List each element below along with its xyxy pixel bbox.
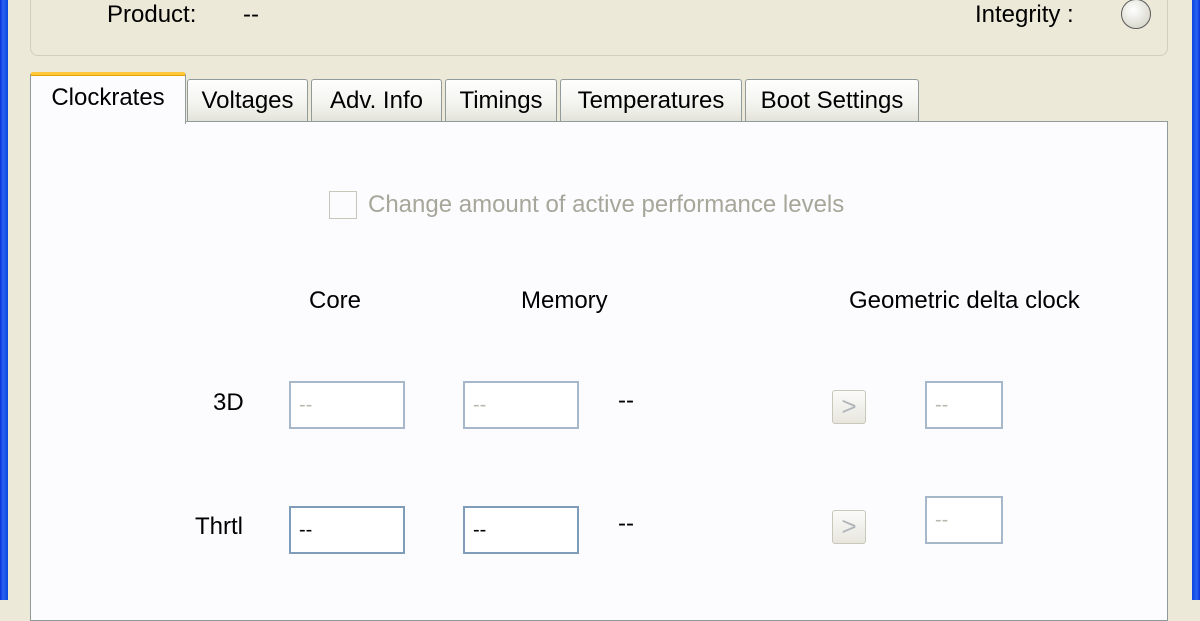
chevron-right-icon: > [841, 511, 857, 541]
row-label-thrtl: Thrtl [195, 513, 243, 540]
extra-clock-3d-value: -- [618, 387, 634, 414]
geometric-delta-3d-input[interactable]: -- [925, 381, 1003, 429]
integrity-label: Integrity : [975, 1, 1074, 28]
memory-header: Memory [521, 287, 608, 314]
product-value: -- [243, 1, 259, 28]
tab-timings[interactable]: Timings [445, 79, 557, 121]
window-frame-right [1192, 0, 1200, 600]
tab-clockrates[interactable]: Clockrates [30, 72, 186, 124]
perf-levels-checkbox[interactable] [329, 191, 357, 219]
extra-clock-thrtl-value: -- [618, 510, 634, 537]
tab-adv-info[interactable]: Adv. Info [311, 79, 442, 121]
clockrates-panel: Change amount of active performance leve… [30, 121, 1168, 621]
product-label: Product: [107, 1, 197, 28]
apply-geometric-3d-button[interactable]: > [832, 390, 866, 424]
geometric-delta-thrtl-input[interactable]: -- [925, 496, 1003, 544]
perf-levels-checkbox-label: Change amount of active performance leve… [368, 191, 845, 218]
memory-clock-3d-input[interactable]: -- [463, 381, 579, 429]
chevron-right-icon: > [841, 391, 857, 421]
geometric-delta-clock-header: Geometric delta clock [849, 287, 1080, 314]
window-frame-left [0, 0, 8, 600]
tab-voltages[interactable]: Voltages [187, 79, 308, 121]
row-label-3d: 3D [213, 389, 244, 416]
tab-temperatures[interactable]: Temperatures [560, 79, 742, 121]
core-clock-thrtl-input[interactable]: -- [289, 506, 405, 554]
core-header: Core [309, 287, 362, 314]
memory-clock-thrtl-input[interactable]: -- [463, 506, 579, 554]
core-clock-3d-input[interactable]: -- [289, 381, 405, 429]
apply-geometric-thrtl-button[interactable]: > [832, 510, 866, 544]
integrity-indicator-icon [1121, 0, 1151, 29]
tab-boot-settings[interactable]: Boot Settings [745, 79, 919, 121]
product-info-group: Product: -- Integrity : [30, 0, 1168, 56]
